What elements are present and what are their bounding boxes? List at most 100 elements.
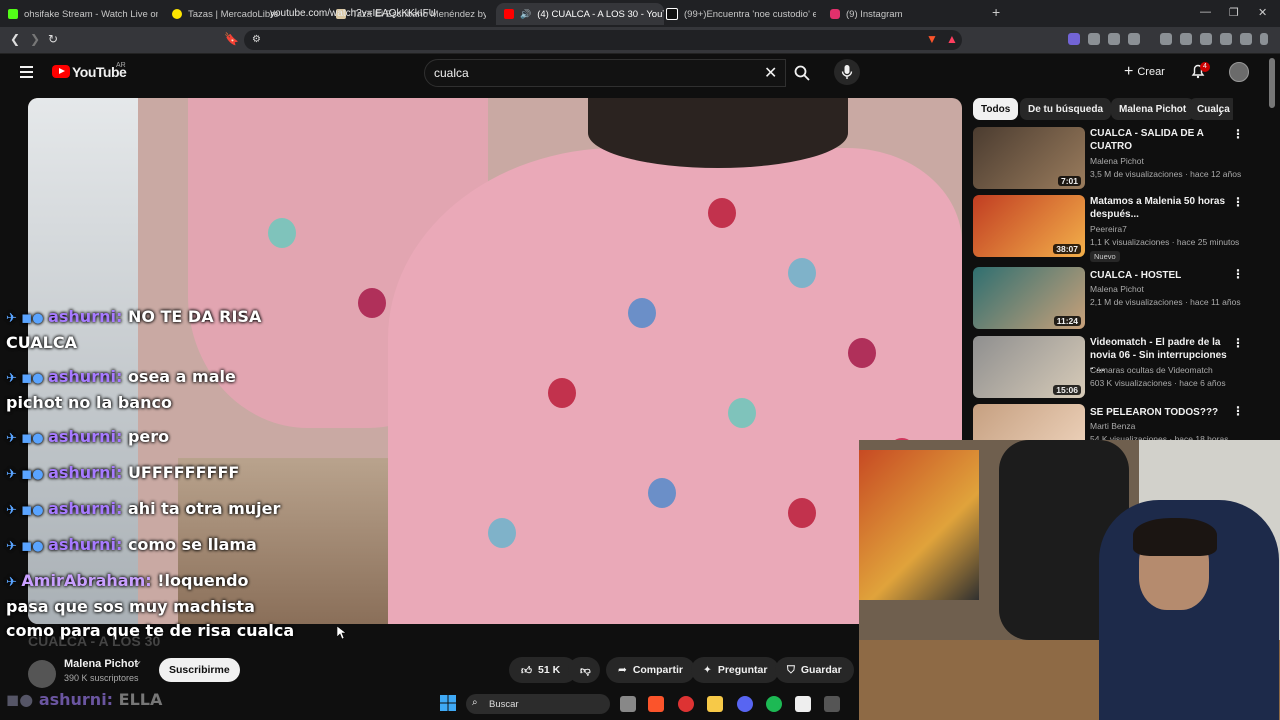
extension-icon[interactable] <box>1068 33 1080 45</box>
taskbar-search-label: Buscar <box>489 699 519 710</box>
browser-tab-youtube[interactable]: 🔊 (4) CUALCA - A LOS 30 - YouT ✕ <box>496 3 664 25</box>
robe-dot <box>648 478 676 508</box>
bookmark-icon[interactable]: 🔖 <box>224 32 239 46</box>
recommendation-channel[interactable]: Cámaras ocultas de Videomatch <box>1090 365 1213 375</box>
recommendation-channel[interactable]: Malena Pichot <box>1090 284 1144 294</box>
browser-tab-tiktok[interactable]: (99+)Encuentra 'noe custodio' en Tik <box>666 3 816 25</box>
chat-username: ashurni: <box>48 499 123 518</box>
video-thumbnail[interactable]: 15:06 <box>973 336 1085 398</box>
browser-tab-instagram[interactable]: (9) Instagram <box>830 3 980 25</box>
recommendation-title[interactable]: Matamos a Malenia 50 horas después... <box>1090 195 1230 221</box>
ask-button[interactable]: ✦ Preguntar <box>691 657 780 683</box>
taskbar-search[interactable] <box>466 694 610 714</box>
discord-icon[interactable] <box>737 696 753 712</box>
page-scrollbar[interactable] <box>1268 54 1276 454</box>
browser-tab-kick[interactable]: ohsifake Stream - Watch Live on <box>8 3 158 25</box>
extension-icon[interactable] <box>1128 33 1140 45</box>
microphone-icon <box>841 65 853 79</box>
channel-name[interactable]: Malena Pichot <box>64 658 138 670</box>
wallet-icon[interactable] <box>1200 33 1212 45</box>
menu-icon[interactable] <box>1260 33 1268 45</box>
more-options-icon[interactable]: ⋮ <box>1232 336 1244 350</box>
badge-icons: ✈ ◼● <box>6 371 49 386</box>
save-label: Guardar <box>800 664 842 676</box>
clear-search-icon[interactable]: ✕ <box>764 63 777 83</box>
more-options-icon[interactable]: ⋮ <box>1232 267 1244 281</box>
share-button[interactable]: ➦ Compartir <box>606 657 695 683</box>
recommendation-item[interactable]: 11:24 CUALCA - HOSTEL Malena Pichot 2,1 … <box>973 267 1253 333</box>
recommendation-title[interactable]: CUALCA - HOSTEL <box>1090 269 1230 282</box>
youtube-logo-icon[interactable] <box>52 65 70 78</box>
more-options-icon[interactable]: ⋮ <box>1232 127 1244 141</box>
chat-username: ashurni: <box>48 367 123 386</box>
close-window-icon[interactable]: ✕ <box>1258 6 1267 19</box>
app-icon[interactable] <box>678 696 694 712</box>
mercadolibre-icon <box>172 9 182 19</box>
vpn-icon[interactable] <box>1240 33 1252 45</box>
url-text[interactable]: youtube.com/watch?v=IEAQkKKkIFU <box>270 8 436 19</box>
duration-badge: 11:24 <box>1053 316 1081 326</box>
search-query[interactable]: cualca <box>434 66 469 80</box>
reload-icon[interactable]: ↻ <box>48 32 58 46</box>
task-view-icon[interactable] <box>620 696 636 712</box>
browser-tab-strip: ohsifake Stream - Watch Live on Tazas | … <box>0 0 1280 27</box>
recommendation-item[interactable]: 38:07 Matamos a Malenia 50 horas después… <box>973 195 1253 262</box>
file-explorer-icon[interactable] <box>707 696 723 712</box>
voice-search-button[interactable] <box>834 59 860 85</box>
recommendation-channel[interactable]: Malena Pichot <box>1090 156 1144 166</box>
new-badge: Nuevo <box>1090 251 1120 262</box>
subscribe-button[interactable]: Suscribirme <box>159 658 240 682</box>
recommendation-channel[interactable]: Marti Benza <box>1090 421 1135 431</box>
thumbs-up-icon: 👍︎ <box>521 664 532 677</box>
brave-icon[interactable] <box>648 696 664 712</box>
hamburger-menu-icon[interactable] <box>20 66 33 81</box>
leo-icon[interactable] <box>1220 33 1232 45</box>
more-options-icon[interactable]: ⋮ <box>1232 404 1244 418</box>
video-thumbnail[interactable]: 11:24 <box>973 267 1085 329</box>
sidebar-icon[interactable] <box>1180 33 1192 45</box>
robe-dot <box>358 288 386 318</box>
search-input[interactable] <box>424 59 786 87</box>
chevron-right-icon[interactable]: › <box>1218 104 1223 120</box>
more-options-icon[interactable]: ⋮ <box>1232 195 1244 209</box>
brave-shield-icon[interactable]: ▼ <box>926 32 938 46</box>
windows-start-icon[interactable] <box>440 695 456 711</box>
save-button[interactable]: ⛉ Guardar <box>775 657 854 683</box>
app-icon[interactable] <box>824 696 840 712</box>
chip-malena-pichot[interactable]: Malena Pichot <box>1111 98 1195 120</box>
recommendation-title[interactable]: CUALCA - SALIDA DE A CUATRO <box>1090 127 1230 153</box>
address-bar[interactable] <box>244 30 962 50</box>
site-info-icon[interactable]: ⚙ <box>252 34 261 45</box>
account-avatar[interactable] <box>1229 62 1249 82</box>
app-icon[interactable] <box>795 696 811 712</box>
recommendation-item[interactable]: 7:01 CUALCA - SALIDA DE A CUATRO Malena … <box>973 127 1253 193</box>
create-button[interactable]: + Crear <box>1124 61 1165 83</box>
chip-de-tu-busqueda[interactable]: De tu búsqueda <box>1020 98 1112 120</box>
plus-icon: + <box>1124 63 1134 80</box>
video-thumbnail[interactable]: 38:07 <box>973 195 1085 257</box>
dislike-button[interactable]: 👎︎ <box>568 657 600 683</box>
minimize-icon[interactable]: — <box>1200 6 1211 18</box>
recommendation-channel[interactable]: Peereira7 <box>1090 224 1127 234</box>
chip-cualca[interactable]: Cualca <box>1189 98 1233 120</box>
back-icon[interactable]: ❮ <box>10 32 20 46</box>
recommendation-item[interactable]: 15:06 Videomatch - El padre de la novia … <box>973 336 1253 402</box>
like-button[interactable]: 👍︎ 51 K <box>509 657 577 683</box>
extension-icon[interactable] <box>1108 33 1120 45</box>
robe-dot <box>708 198 736 228</box>
new-tab-icon[interactable]: + <box>992 4 1000 20</box>
spotify-icon[interactable] <box>766 696 782 712</box>
search-icon <box>794 65 810 81</box>
forward-icon[interactable]: ❯ <box>30 32 40 46</box>
channel-avatar[interactable] <box>28 660 56 688</box>
maximize-icon[interactable]: ❐ <box>1229 6 1239 19</box>
chip-todos[interactable]: Todos <box>973 98 1019 120</box>
search-button[interactable] <box>786 59 818 87</box>
video-thumbnail[interactable]: 7:01 <box>973 127 1085 189</box>
extension-icon[interactable] <box>1088 33 1100 45</box>
recommendation-title[interactable]: SE PELEARON TODOS??? <box>1090 406 1230 419</box>
ask-label: Preguntar <box>717 664 768 676</box>
brave-rewards-icon[interactable]: ▲ <box>946 32 958 46</box>
tab-label: (99+)Encuentra 'noe custodio' en Tik <box>684 8 816 20</box>
media-icon[interactable] <box>1160 33 1172 45</box>
